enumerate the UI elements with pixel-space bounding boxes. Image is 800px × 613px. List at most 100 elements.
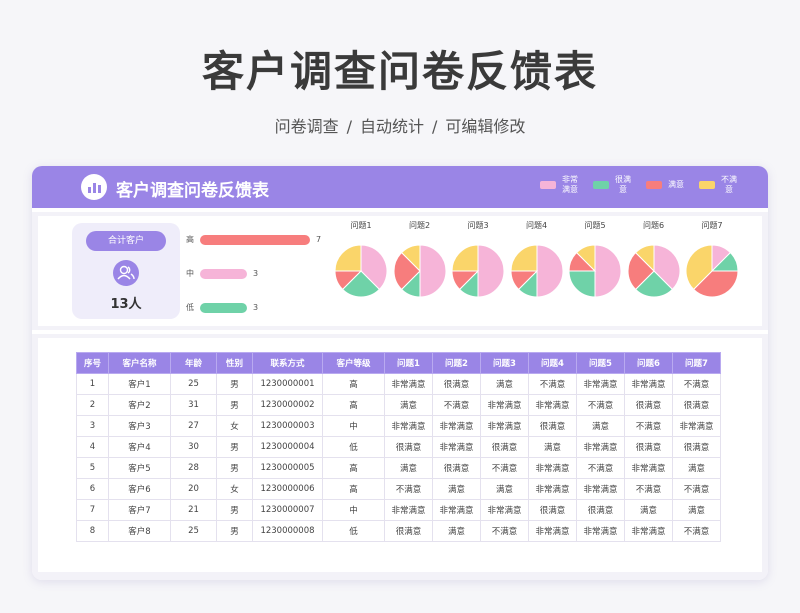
table-cell: 不满意 bbox=[480, 457, 529, 479]
legend-swatch bbox=[540, 181, 556, 189]
legend-item: 很满意 bbox=[593, 175, 632, 195]
table-cell: 满意 bbox=[384, 394, 433, 416]
table-cell: 1230000004 bbox=[252, 436, 323, 458]
pie-slice bbox=[509, 244, 537, 272]
legend-item: 不满意 bbox=[699, 175, 738, 195]
page-title: 客户调查问卷反馈表 bbox=[201, 47, 598, 96]
table-cell: 25 bbox=[170, 373, 217, 395]
pie-svg bbox=[509, 244, 563, 298]
table-cell: 非常满意 bbox=[480, 394, 529, 416]
table-cell: 男 bbox=[216, 436, 253, 458]
table-cell: 客户5 bbox=[108, 457, 171, 479]
level-bar-fill bbox=[200, 302, 247, 313]
table-cell: 非常满意 bbox=[624, 457, 673, 479]
table-cell: 6 bbox=[76, 478, 109, 500]
table-cell: 1230000001 bbox=[252, 373, 323, 395]
table-cell: 30 bbox=[170, 436, 217, 458]
legend-item: 满意 bbox=[646, 175, 685, 195]
pie-title: 问题2 bbox=[408, 221, 431, 230]
level-bar-track: 3 bbox=[200, 302, 310, 313]
table-cell: 27 bbox=[170, 415, 217, 437]
subtitle-separator: / bbox=[346, 117, 352, 136]
pie-title: 问题1 bbox=[350, 221, 372, 230]
pie-slice bbox=[536, 244, 563, 298]
table-cell: 非常满意 bbox=[432, 436, 481, 458]
table-header-row: 序号 客户名称 年龄 性别 联系方式 客户等级 问题1 问题2 问题3 问题4 问题5 问题6 问题7 bbox=[76, 352, 721, 374]
pie-chart: 问题7 bbox=[684, 220, 740, 298]
summary-panel: 合计客户 13人 高7中3低3 问题1 问题2 问题3 问题4 问题5 问题6 问题7 bbox=[32, 212, 768, 330]
table-cell: 非常满意 bbox=[528, 457, 577, 479]
pie-slice bbox=[419, 244, 446, 298]
table-cell: 低 bbox=[322, 436, 385, 458]
table-cell: 31 bbox=[170, 394, 217, 416]
pie-svg bbox=[334, 244, 388, 298]
table-cell: 非常满意 bbox=[624, 520, 673, 542]
pie-chart: 问题4 bbox=[509, 220, 565, 298]
legend-label: 非常满意 bbox=[562, 175, 578, 194]
table-cell: 男 bbox=[216, 373, 253, 395]
pie-chart: 问题6 bbox=[626, 220, 682, 298]
table-cell: 28 bbox=[170, 457, 217, 479]
pie-slice bbox=[451, 244, 479, 272]
table-header-cell: 问题6 bbox=[624, 352, 673, 374]
table-cell: 很满意 bbox=[672, 436, 721, 458]
table-cell: 低 bbox=[322, 520, 385, 542]
table-cell: 很满意 bbox=[672, 394, 721, 416]
table-cell: 很满意 bbox=[624, 436, 673, 458]
chart-legend: 非常满意 很满意 满意 不满意 bbox=[540, 175, 738, 195]
pie-title: 问题4 bbox=[525, 221, 548, 230]
table-cell: 非常满意 bbox=[384, 415, 433, 437]
table-cell: 1230000002 bbox=[252, 394, 323, 416]
table-header-cell: 客户名称 bbox=[108, 352, 171, 374]
table-cell: 不满意 bbox=[432, 394, 481, 416]
pie-chart: 问题3 bbox=[450, 220, 506, 298]
table-cell: 8 bbox=[76, 520, 109, 542]
table-cell: 非常满意 bbox=[576, 373, 625, 395]
table-cell: 很满意 bbox=[624, 394, 673, 416]
table-cell: 非常满意 bbox=[528, 394, 577, 416]
table-row: 7 客户7 21 男 1230000007 中非常满意 非常满意 非常满意 很满意 很满意 满意 满意 bbox=[76, 499, 721, 521]
pie-svg bbox=[451, 244, 505, 298]
table-header-cell: 问题7 bbox=[672, 352, 721, 374]
card-title: 客户调查问卷反馈表 bbox=[116, 181, 269, 201]
table-cell: 很满意 bbox=[384, 436, 433, 458]
table-cell: 1230000008 bbox=[252, 520, 323, 542]
table-cell: 很满意 bbox=[528, 499, 577, 521]
table-cell: 1230000003 bbox=[252, 415, 323, 437]
table-cell: 客户2 bbox=[108, 394, 171, 416]
table-cell: 满意 bbox=[432, 520, 481, 542]
table-cell: 很满意 bbox=[432, 373, 481, 395]
table-cell: 客户6 bbox=[108, 478, 171, 500]
table-cell: 满意 bbox=[480, 478, 529, 500]
table-cell: 4 bbox=[76, 436, 109, 458]
table-cell: 25 bbox=[170, 520, 217, 542]
table-cell: 不满意 bbox=[624, 478, 673, 500]
subtitle-part: 可编辑修改 bbox=[445, 117, 526, 136]
table-row: 8 客户8 25 男 1230000008 低很满意 满意 不满意 非常满意 非常满意 非常满意 不满… bbox=[76, 520, 721, 542]
table-cell: 男 bbox=[216, 520, 253, 542]
table-cell: 很满意 bbox=[528, 415, 577, 437]
legend-label: 满意 bbox=[668, 180, 684, 189]
table-cell: 非常满意 bbox=[576, 436, 625, 458]
table-cell: 非常满意 bbox=[576, 520, 625, 542]
subtitle-part: 自动统计 bbox=[359, 117, 424, 136]
table-header-cell: 问题3 bbox=[480, 352, 529, 374]
pie-chart: 问题1 bbox=[333, 220, 389, 298]
table-body: 1 客户1 25 男 1230000001 高非常满意 很满意 满意 不满意 非常满意 非常满意 不满… bbox=[76, 373, 721, 542]
pie-chart: 问题5 bbox=[567, 220, 623, 298]
pie-title: 问题3 bbox=[467, 221, 489, 230]
table-header-cell: 客户等级 bbox=[322, 352, 385, 374]
table-cell: 高 bbox=[322, 373, 385, 395]
table-cell: 非常满意 bbox=[384, 373, 433, 395]
table-row: 5 客户5 28 男 1230000005 高满意 很满意 不满意 非常满意 不满意 非常满意 满意 bbox=[76, 457, 721, 479]
table-cell: 不满意 bbox=[672, 478, 721, 500]
users-icon bbox=[113, 260, 139, 286]
table-cell: 非常满意 bbox=[576, 478, 625, 500]
level-bar-fill bbox=[200, 268, 247, 279]
subtitle-part: 问卷调查 bbox=[274, 117, 339, 136]
table-header-cell: 联系方式 bbox=[252, 352, 323, 374]
level-bar-track: 7 bbox=[200, 234, 321, 245]
level-value: 3 bbox=[253, 268, 259, 278]
legend-swatch bbox=[699, 181, 715, 189]
table-cell: 很满意 bbox=[432, 457, 481, 479]
